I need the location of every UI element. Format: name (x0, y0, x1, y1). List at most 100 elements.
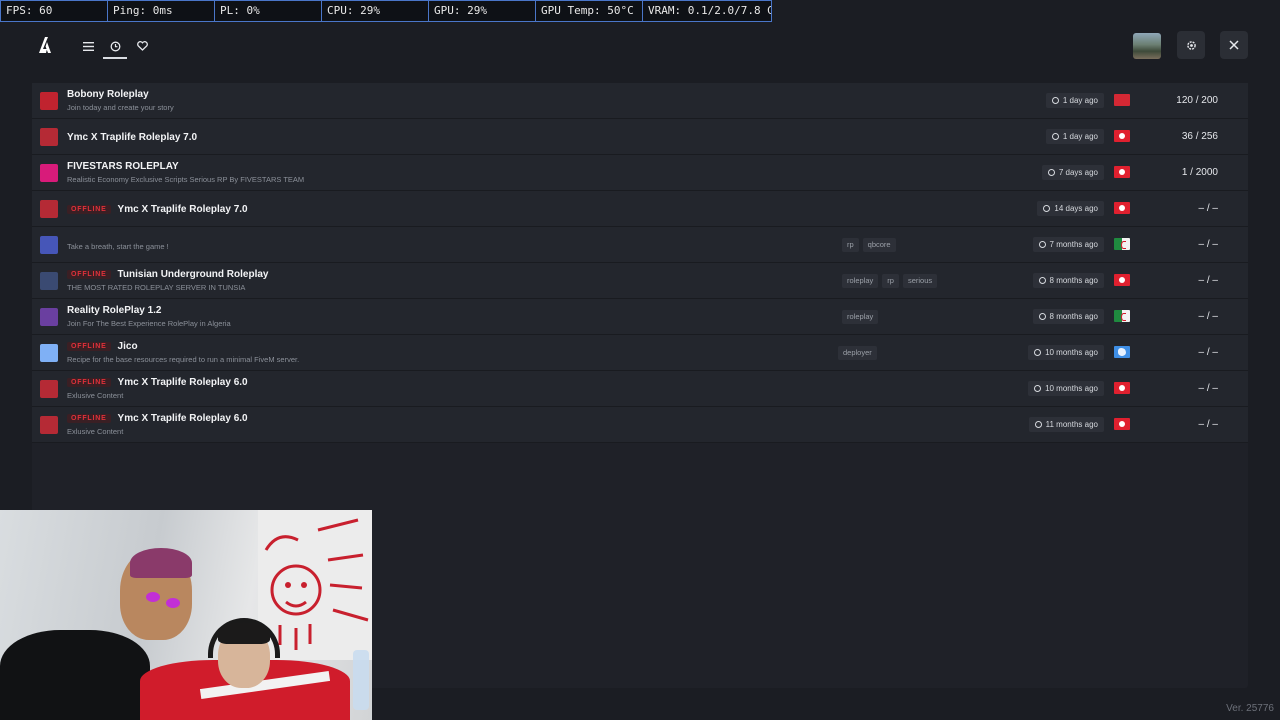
country-flag-icon (1114, 346, 1130, 358)
server-row[interactable]: Ymc X Traplife Roleplay 7.0 1 day ago 36 /… (32, 119, 1248, 155)
clock-icon (1043, 205, 1051, 212)
offline-badge: OFFLINE (67, 269, 111, 279)
server-tag[interactable]: serious (902, 274, 938, 288)
server-row[interactable]: OFFLINE Jico Recipe for the base resources… (32, 335, 1248, 371)
webcam-overlay (0, 510, 372, 720)
server-title-line: OFFLINE Ymc X Traplife Roleplay 7.0 (67, 202, 248, 216)
country-flag-icon (1114, 274, 1130, 286)
server-description: Realistic Economy Exclusive Scripts Seri… (67, 175, 305, 184)
last-seen-pill: 10 months ago (1028, 345, 1104, 360)
server-tag[interactable]: rp (882, 274, 899, 288)
gear-icon[interactable] (1177, 31, 1205, 59)
history-icon[interactable] (105, 36, 125, 56)
server-row[interactable]: FIVESTARS ROLEPLAY Realistic Economy Excl… (32, 155, 1248, 191)
last-seen-text: 10 months ago (1045, 384, 1098, 393)
server-row[interactable]: Bobony Roleplay Join today and create you… (32, 83, 1248, 119)
server-icon (40, 200, 58, 218)
server-description: Join For The Best Experience RolePlay in… (67, 319, 231, 328)
server-icon (40, 272, 58, 290)
country-flag-icon (1114, 130, 1130, 142)
server-name: Bobony Roleplay (67, 88, 149, 100)
clock-icon (1051, 97, 1059, 104)
last-seen-pill: 10 months ago (1028, 381, 1104, 396)
player-count: – / – (1198, 311, 1218, 322)
country-flag-icon (1114, 94, 1130, 106)
offline-badge: OFFLINE (67, 341, 111, 351)
server-tags: deployer (838, 346, 877, 360)
player-count: – / – (1198, 347, 1218, 358)
last-seen-pill: 14 days ago (1037, 201, 1104, 216)
country-flag-icon (1114, 382, 1130, 394)
server-name: FIVESTARS ROLEPLAY (67, 160, 179, 172)
clock-icon (1034, 385, 1042, 392)
performance-overlay: FPS: 60 Ping: 0ms PL: 0% CPU: 29% GPU: 2… (0, 0, 772, 22)
server-icon (40, 92, 58, 110)
offline-badge: OFFLINE (67, 413, 111, 423)
clock-icon (1034, 349, 1042, 356)
last-seen-pill: 1 day ago (1045, 93, 1104, 108)
server-icon (40, 416, 58, 434)
server-row[interactable]: Reality RolePlay 1.2 Join For The Best Ex… (32, 299, 1248, 335)
version-label: Ver. 25776 (1226, 703, 1274, 714)
last-seen-pill: 8 months ago (1032, 273, 1104, 288)
fivem-logo-icon[interactable] (37, 36, 53, 54)
server-description: Recipe for the base resources required t… (67, 355, 300, 364)
cpu-readout: CPU: 29% (322, 1, 429, 21)
avatar[interactable] (1133, 33, 1161, 59)
clock-icon (1051, 133, 1059, 140)
packet-loss-readout: PL: 0% (215, 1, 322, 21)
menu-icon[interactable] (78, 36, 98, 56)
server-row[interactable]: OFFLINE Tunisian Underground Roleplay THE … (32, 263, 1248, 299)
server-title-line: OFFLINE Ymc X Traplife Roleplay 6.0 (67, 375, 248, 389)
server-name: Ymc X Traplife Roleplay 7.0 (67, 131, 198, 143)
last-seen-pill: 7 days ago (1041, 165, 1104, 180)
heart-icon[interactable] (132, 36, 152, 56)
server-title-line: FIVESTARS ROLEPLAY (67, 159, 179, 173)
fps-readout: FPS: 60 (1, 1, 108, 21)
server-row[interactable]: Take a breath, start the game ! rp qbcore 7… (32, 227, 1248, 263)
last-seen-text: 8 months ago (1049, 312, 1098, 321)
player-count: – / – (1198, 275, 1218, 286)
server-row[interactable]: OFFLINE Ymc X Traplife Roleplay 6.0 Exlusi… (32, 371, 1248, 407)
last-seen-text: 7 months ago (1049, 240, 1098, 249)
offline-badge: OFFLINE (67, 377, 111, 387)
clock-icon (1034, 421, 1042, 428)
player-count: – / – (1198, 383, 1218, 394)
last-seen-text: 1 day ago (1062, 96, 1098, 105)
clock-icon (1038, 277, 1046, 284)
server-name: Tunisian Underground Roleplay (117, 268, 269, 280)
clock-icon (1047, 169, 1055, 176)
last-seen-text: 8 months ago (1049, 276, 1098, 285)
server-title-line: Reality RolePlay 1.2 (67, 303, 162, 317)
server-title-line: Bobony Roleplay (67, 87, 149, 101)
server-tag[interactable]: rp (842, 238, 859, 252)
server-row[interactable]: OFFLINE Ymc X Traplife Roleplay 7.0 14 day… (32, 191, 1248, 227)
server-description: Exlusive Content (67, 391, 124, 400)
active-tab-indicator (103, 57, 127, 59)
player-count: 36 / 256 (1181, 131, 1218, 142)
server-tag[interactable]: qbcore (862, 238, 896, 252)
server-title-line: OFFLINE Jico (67, 339, 138, 353)
server-title-line: OFFLINE Ymc X Traplife Roleplay 6.0 (67, 411, 248, 425)
last-seen-text: 11 months ago (1045, 420, 1098, 429)
server-tag[interactable]: roleplay (842, 274, 879, 288)
vram-readout: VRAM: 0.1/2.0/7.8 GB (648, 4, 771, 17)
server-tag[interactable]: roleplay (842, 310, 879, 324)
server-tags: roleplay (842, 310, 879, 324)
last-seen-text: 7 days ago (1058, 168, 1098, 177)
close-icon[interactable] (1220, 31, 1248, 59)
server-tag[interactable]: deployer (838, 346, 877, 360)
clock-icon (1038, 313, 1046, 320)
gpu-temp-readout: GPU Temp: 50°C (536, 1, 643, 21)
gpu-readout: GPU: 29% (429, 1, 536, 21)
country-flag-icon (1114, 238, 1130, 250)
server-tags: rp qbcore (842, 238, 896, 252)
server-description: Exlusive Content (67, 427, 124, 436)
clock-icon (1038, 241, 1046, 248)
ping-readout: Ping: 0ms (108, 1, 215, 21)
server-icon (40, 128, 58, 146)
player-count: – / – (1198, 239, 1218, 250)
server-description: THE MOST RATED ROLEPLAY SERVER IN TUNSIA (67, 283, 246, 292)
server-icon (40, 344, 58, 362)
server-row[interactable]: OFFLINE Ymc X Traplife Roleplay 6.0 Exlusi… (32, 407, 1248, 443)
